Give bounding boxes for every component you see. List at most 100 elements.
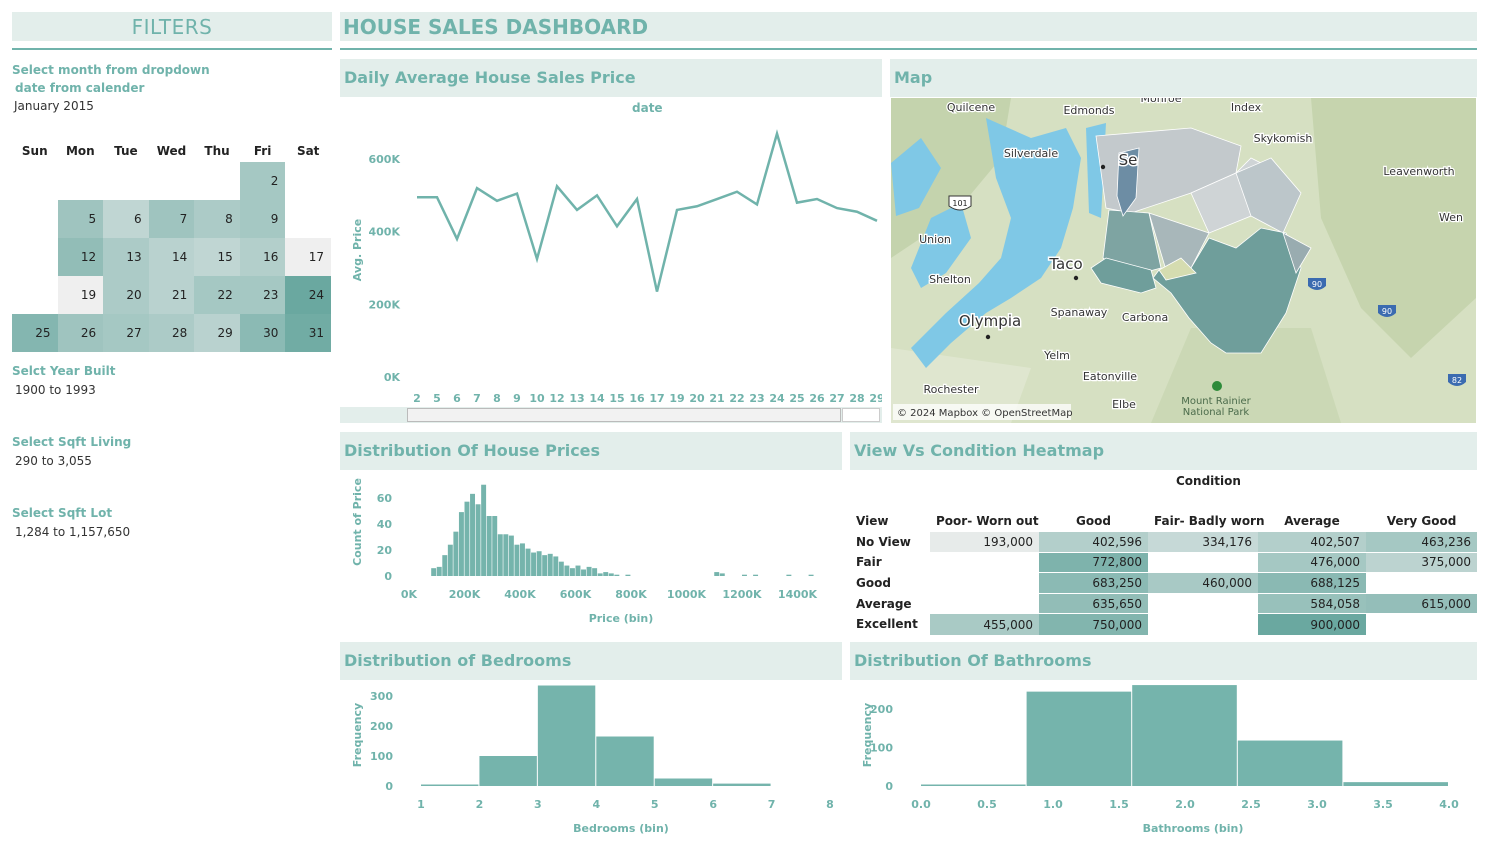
heatmap-cell[interactable]: 402,507 bbox=[1258, 531, 1366, 553]
calendar-day-19[interactable]: 19 bbox=[57, 276, 104, 314]
map-place-label: Spanaway bbox=[1051, 306, 1108, 319]
heatmap-cell[interactable] bbox=[1366, 613, 1477, 635]
heatmap-row-label: No View bbox=[856, 534, 911, 549]
month-select[interactable]: January 2015 bbox=[14, 99, 94, 113]
calendar-day-9[interactable]: 9 bbox=[239, 200, 286, 238]
heatmap-cell[interactable]: 688,125 bbox=[1258, 572, 1366, 594]
calendar-day-26[interactable]: 26 bbox=[57, 314, 104, 352]
calendar-day-15[interactable]: 15 bbox=[194, 238, 240, 276]
x-tick-label: 2 bbox=[413, 392, 421, 405]
price-hist-title: Distribution Of House Prices bbox=[340, 432, 842, 470]
calendar-day-28[interactable]: 28 bbox=[148, 314, 195, 352]
date-scrollbar-thumb[interactable] bbox=[407, 408, 841, 422]
calendar-day-25[interactable]: 25 bbox=[12, 314, 58, 352]
x-tick-label: 9 bbox=[513, 392, 521, 405]
heatmap-row-label: Good bbox=[856, 576, 891, 591]
filters-divider bbox=[12, 48, 332, 50]
calendar-day-27[interactable]: 27 bbox=[103, 314, 149, 352]
sqft-lot-label: Select Sqft Lot bbox=[12, 506, 113, 520]
calendar-day-17[interactable]: 17 bbox=[285, 238, 331, 276]
park-icon bbox=[1212, 381, 1222, 391]
calendar-day-20[interactable]: 20 bbox=[103, 276, 149, 314]
heatmap-cell[interactable]: 476,000 bbox=[1258, 551, 1366, 573]
histogram-bar bbox=[514, 544, 520, 576]
bathrooms-histogram[interactable]: 0100200Frequency0.0 0.5 1.0 1.5 2.0 2.5 3.0 3.5… bbox=[850, 680, 1477, 845]
price-histogram[interactable]: 0 20 40 60 Count of Price 0K 200K 400K 600K 800K 1… bbox=[340, 472, 842, 632]
calendar-day-24[interactable]: 24 bbox=[285, 276, 331, 314]
calendar-empty-cell bbox=[12, 238, 58, 276]
x-tick-label: 8 bbox=[826, 798, 834, 811]
header-divider bbox=[340, 48, 1477, 50]
x-tick-label: 200K bbox=[449, 588, 481, 601]
x-tick-label: 19 bbox=[669, 392, 684, 405]
x-tick-label: 2.5 bbox=[1241, 798, 1261, 811]
heatmap-cell[interactable] bbox=[930, 551, 1039, 573]
histogram-bar bbox=[596, 736, 654, 786]
heatmap-cell[interactable] bbox=[930, 592, 1039, 614]
calendar-day-31[interactable]: 31 bbox=[285, 314, 331, 352]
calendar-day-29[interactable]: 29 bbox=[194, 314, 240, 352]
year-built-value[interactable]: 1900 to 1993 bbox=[15, 383, 96, 397]
bathrooms-title: Distribution Of Bathrooms bbox=[850, 642, 1477, 680]
heatmap-cell[interactable]: 455,000 bbox=[930, 613, 1039, 635]
heatmap-cell[interactable]: 460,000 bbox=[1148, 572, 1258, 594]
calendar-day-21[interactable]: 21 bbox=[148, 276, 195, 314]
calendar-day-12[interactable]: 12 bbox=[57, 238, 104, 276]
heatmap-cell[interactable]: 615,000 bbox=[1366, 592, 1477, 614]
line-chart[interactable]: 0K200K400K600KAvg. Price2 5 6 7 8 9 10 12 13 14 15… bbox=[340, 115, 882, 407]
calendar-day-5[interactable]: 5 bbox=[57, 200, 104, 238]
x-tick-label: 800K bbox=[615, 588, 647, 601]
histogram-bar bbox=[558, 561, 564, 576]
calendar-day-7[interactable]: 7 bbox=[148, 200, 195, 238]
heatmap-cell[interactable]: 683,250 bbox=[1039, 572, 1148, 594]
calendar-day-16[interactable]: 16 bbox=[239, 238, 286, 276]
calendar-grid[interactable]: Sun Mon Tue Wed Thu Fri Sat 2 5 6 7 8 9 12 13 14 15 16 17… bbox=[12, 140, 331, 352]
histogram-bar bbox=[569, 568, 575, 576]
heatmap-table[interactable]: View Poor- Worn out Good Fair- Badly worn Av… bbox=[850, 511, 1477, 635]
histogram-bar bbox=[603, 572, 609, 576]
calendar-day-22[interactable]: 22 bbox=[194, 276, 240, 314]
heatmap-cell[interactable]: 334,176 bbox=[1148, 531, 1258, 553]
heatmap-cell[interactable] bbox=[930, 572, 1039, 594]
heatmap-cell[interactable]: 750,000 bbox=[1039, 613, 1148, 635]
sqft-lot-value[interactable]: 1,284 to 1,157,650 bbox=[15, 525, 130, 539]
date-scrollbar[interactable] bbox=[340, 407, 882, 423]
bedrooms-histogram[interactable]: 0 100 200 300 Frequency 1 2 3 4 5 6 7 8 Bedrooms (bin… bbox=[340, 680, 842, 845]
heatmap-cell[interactable]: 463,236 bbox=[1366, 531, 1477, 553]
heatmap-cell[interactable] bbox=[1148, 551, 1258, 573]
heatmap-cell[interactable]: 375,000 bbox=[1366, 551, 1477, 573]
calendar-day-13[interactable]: 13 bbox=[103, 238, 149, 276]
weekday-sat: Sat bbox=[296, 144, 320, 158]
calendar-day-6[interactable]: 6 bbox=[103, 200, 149, 238]
calendar-day-14[interactable]: 14 bbox=[148, 238, 195, 276]
y-tick-label: 0K bbox=[384, 371, 401, 384]
heatmap-cell[interactable] bbox=[1148, 592, 1258, 614]
y-tick-label: 60 bbox=[377, 492, 393, 505]
heatmap-cell[interactable]: 193,000 bbox=[930, 531, 1039, 553]
sqft-living-value[interactable]: 290 to 3,055 bbox=[15, 454, 92, 468]
weekday-fri: Fri bbox=[253, 144, 272, 158]
map[interactable]: 101 90 90 82 Quilcene Edmonds Monroe Index S… bbox=[891, 98, 1476, 423]
calendar-day-8[interactable]: 8 bbox=[194, 200, 240, 238]
y-axis-label: Frequency bbox=[861, 703, 874, 767]
heatmap-cell[interactable] bbox=[1148, 613, 1258, 635]
calendar-filter-label-1: Select month from dropdown bbox=[12, 63, 210, 77]
heatmap-cell[interactable] bbox=[1366, 572, 1477, 594]
histogram-bar bbox=[436, 566, 442, 576]
heatmap-condition-label: Condition bbox=[1176, 474, 1241, 488]
x-tick-label: 2 bbox=[476, 798, 484, 811]
calendar-day-2[interactable]: 2 bbox=[239, 162, 286, 200]
map-place-label: Olympia bbox=[959, 312, 1021, 330]
heatmap-cell[interactable]: 900,000 bbox=[1258, 613, 1366, 635]
calendar-day-23[interactable]: 23 bbox=[239, 276, 286, 314]
calendar-empty-cell bbox=[12, 162, 58, 200]
heatmap-cell[interactable]: 772,800 bbox=[1039, 551, 1148, 573]
histogram-bar bbox=[597, 573, 603, 576]
heatmap-cell[interactable]: 402,596 bbox=[1039, 531, 1148, 553]
heatmap-cell[interactable]: 584,058 bbox=[1258, 592, 1366, 614]
y-axis-label: Count of Price bbox=[351, 478, 364, 566]
histogram-bar bbox=[586, 566, 592, 576]
calendar-day-30[interactable]: 30 bbox=[239, 314, 286, 352]
heatmap-cell[interactable]: 635,650 bbox=[1039, 592, 1148, 614]
x-tick-label: 1 bbox=[417, 798, 425, 811]
